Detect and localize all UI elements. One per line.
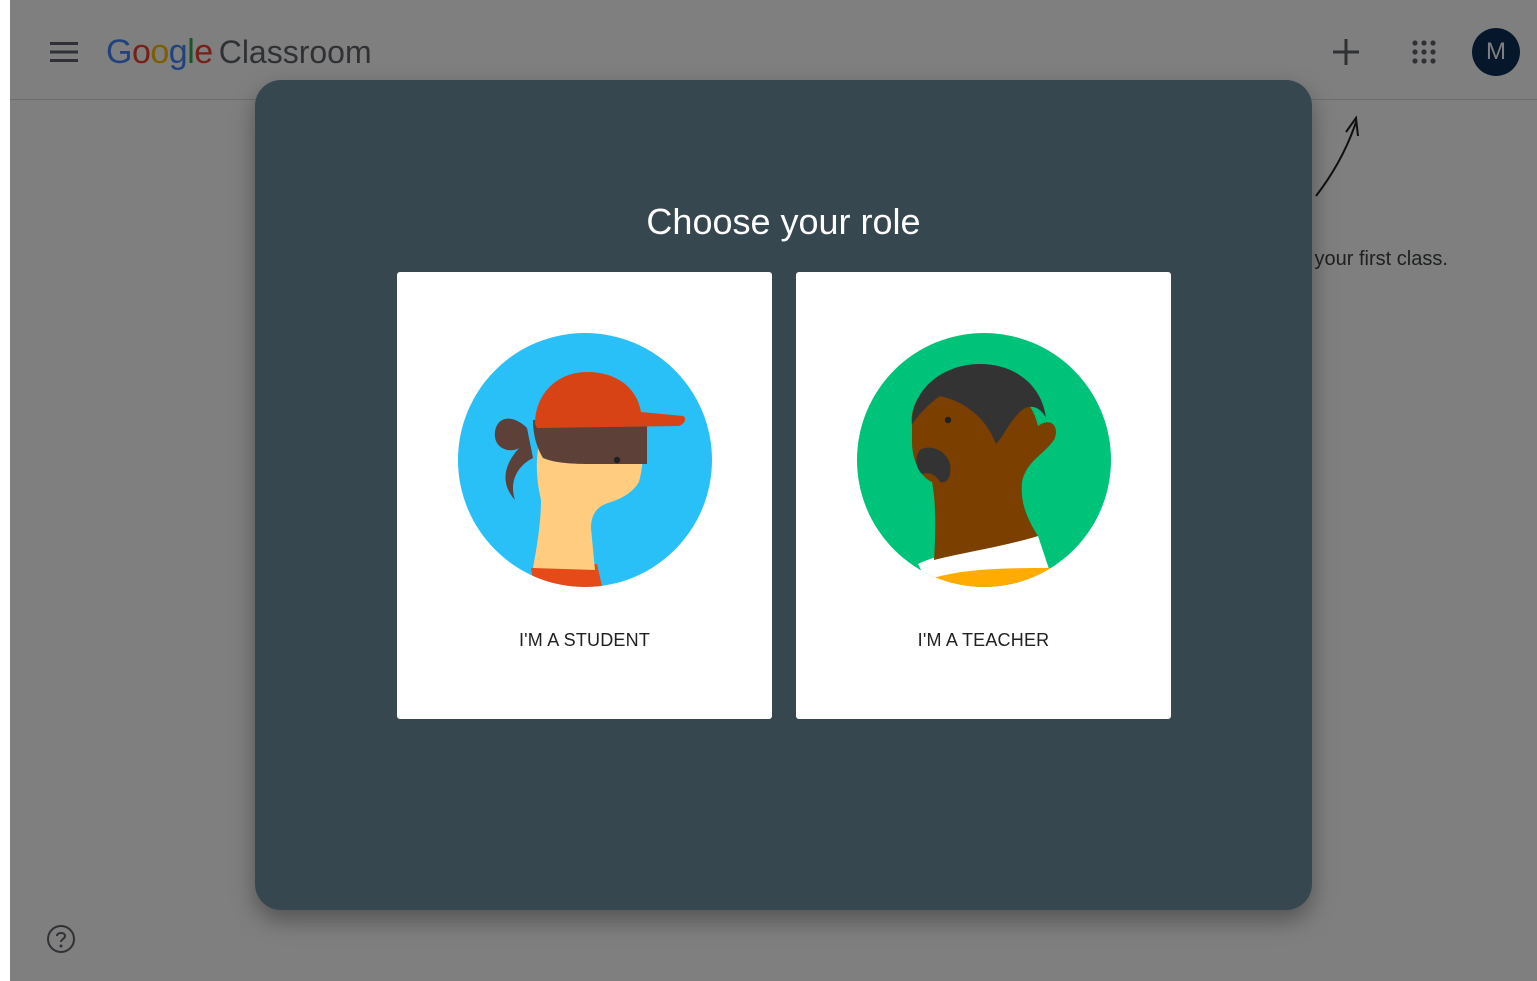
student-illustration xyxy=(458,333,712,587)
teacher-role-card[interactable]: I'M A TEACHER xyxy=(796,272,1171,719)
choose-role-dialog: Choose your role I'M A STUDENT I'M A TEA… xyxy=(255,80,1312,910)
dialog-title: Choose your role xyxy=(646,201,921,242)
student-role-label: I'M A STUDENT xyxy=(518,630,651,650)
student-role-card[interactable]: I'M A STUDENT xyxy=(397,272,772,719)
teacher-role-label: I'M A TEACHER xyxy=(917,630,1050,650)
teacher-illustration xyxy=(857,333,1111,587)
